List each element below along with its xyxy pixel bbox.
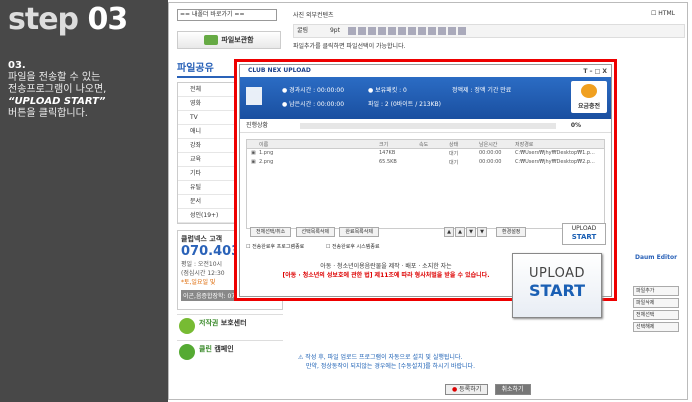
deselect-button[interactable]: 선택해제 xyxy=(633,322,679,332)
file-table: 이름 크기 속도 상태 남은시간 저장경로 ▣ 1.png 147KB 대기 0… xyxy=(246,139,605,229)
notes: ⚠ 작성 후, 파일 업로드 프로그램이 자동으로 설치 및 실행됩니다. 만약… xyxy=(298,354,475,370)
upload-start-button[interactable]: UPLOAD START xyxy=(512,253,602,318)
delete-file-button[interactable]: 파일삭제 xyxy=(633,298,679,308)
table-row[interactable]: ▣ 2.png 65.5KB 대기 00:00:00 C:₩Users₩jhy₩… xyxy=(247,158,604,167)
page: step 03 03. 파일을 전송할 수 있는 전송프로그램이 나오면, “U… xyxy=(0,0,692,402)
editor-toolbar-1: 사진 외부컨텐츠 ☐ HTML xyxy=(293,10,675,19)
move-bottom-icon[interactable]: ▼ xyxy=(477,227,487,237)
select-all-button[interactable]: 전체선택 xyxy=(633,310,679,320)
table-header: 이름 크기 속도 상태 남은시간 저장경로 xyxy=(247,140,604,149)
align-left-icon[interactable] xyxy=(397,26,406,35)
table-row[interactable]: ▣ 1.png 147KB 대기 00:00:00 C:₩Users₩jhy₩D… xyxy=(247,149,604,158)
clover-icon xyxy=(179,344,195,360)
emoticon-icon[interactable] xyxy=(457,26,466,35)
editor-body-text[interactable]: 파일추가를 클릭하면 파일선택이 가능합니다. xyxy=(293,41,685,50)
html-checkbox[interactable]: ☐ HTML xyxy=(651,10,675,17)
clean-campaign-banner[interactable]: 클린 캠페인 xyxy=(177,340,283,362)
underline-icon[interactable] xyxy=(367,26,376,35)
file-icon: ▣ xyxy=(251,150,256,156)
editor-toolbar-2: 굴림 9pt xyxy=(293,24,685,38)
italic-icon[interactable] xyxy=(357,26,366,35)
copyright-icon xyxy=(179,318,195,334)
daum-editor-label: Daum Editor xyxy=(635,254,678,261)
completion-options: ☐ 전송완료후 프로그램종료 ☐ 전송완료후 시스템종료 xyxy=(246,243,400,250)
bold-icon[interactable] xyxy=(347,26,356,35)
drive-icon xyxy=(246,87,262,105)
move-up-icon[interactable]: ▲ xyxy=(455,227,465,237)
step-heading: step 03 xyxy=(8,2,128,37)
table-icon[interactable] xyxy=(447,26,456,35)
cancel-button[interactable]: 취소하기 xyxy=(494,384,531,395)
align-center-icon[interactable] xyxy=(407,26,416,35)
progress-row: 진행상황 0% xyxy=(240,119,611,133)
select-all-toggle-button[interactable]: 전체선택/취소 xyxy=(250,227,292,237)
shutdown-checkbox[interactable]: ☐ 전송완료후 시스템종료 xyxy=(326,244,390,250)
order-buttons: ▲ ▲ ▼ ▼ xyxy=(444,227,488,237)
progress-bar xyxy=(300,123,556,129)
editor: 사진 외부컨텐츠 ☐ HTML 굴림 9pt 파일추가를 클릭하면 파일선택이 … xyxy=(293,3,685,50)
add-file-button[interactable]: 파일추가 xyxy=(633,286,679,296)
list-buttons: 전체선택/취소 선택목록삭제 완료목록삭제 xyxy=(250,227,381,237)
legal-warning: 아동 · 청소년이용음란물을 제작 · 배포 · 소지한 자는 [아동 · 청소… xyxy=(282,263,490,279)
register-button[interactable]: ● 등록하기 xyxy=(445,384,489,395)
instruction-panel: step 03 03. 파일을 전송할 수 있는 전송프로그램이 나오면, “U… xyxy=(0,0,168,402)
charge-button[interactable]: 요금충전 xyxy=(571,81,607,113)
file-storage-button[interactable]: 파일보관함 xyxy=(177,31,281,49)
move-down-icon[interactable]: ▼ xyxy=(466,227,476,237)
bottom-buttons: ● 등록하기 취소하기 xyxy=(445,384,535,395)
file-buttons: 파일추가 파일삭제 전체선택 선택해제 xyxy=(633,286,679,334)
exit-program-checkbox[interactable]: ☐ 전송완료후 프로그램종료 xyxy=(246,244,314,250)
folder-icon xyxy=(204,35,219,45)
color-icon[interactable] xyxy=(387,26,396,35)
instruction-text: 03. 파일을 전송할 수 있는 전송프로그램이 나오면, “UPLOAD ST… xyxy=(8,60,107,119)
align-right-icon[interactable] xyxy=(417,26,426,35)
upload-start-small-button[interactable]: UPLOAD START xyxy=(562,223,606,245)
delete-selected-button[interactable]: 선택목록삭제 xyxy=(295,227,336,237)
list-icon[interactable] xyxy=(427,26,436,35)
file-icon: ▣ xyxy=(251,159,256,165)
copyright-center-banner[interactable]: 저작권 보호센터 xyxy=(177,314,283,336)
move-top-icon[interactable]: ▲ xyxy=(444,227,454,237)
settings-button[interactable]: 환경설정 xyxy=(496,227,527,237)
size-select[interactable]: 9pt xyxy=(330,27,340,34)
link-icon[interactable] xyxy=(437,26,446,35)
font-select[interactable]: 굴림 xyxy=(297,27,308,34)
strike-icon[interactable] xyxy=(377,26,386,35)
dialog-title: CLUB NEX UPLOAD T – □ X xyxy=(240,65,611,77)
status-panel: ● 경과시간 : 00:00:00 ● 남은시간 : 00:00:00 ● 보유… xyxy=(240,77,611,119)
folder-select[interactable]: == 내폴더 바로가기 == xyxy=(177,9,277,21)
delete-completed-button[interactable]: 완료목록삭제 xyxy=(339,227,379,237)
